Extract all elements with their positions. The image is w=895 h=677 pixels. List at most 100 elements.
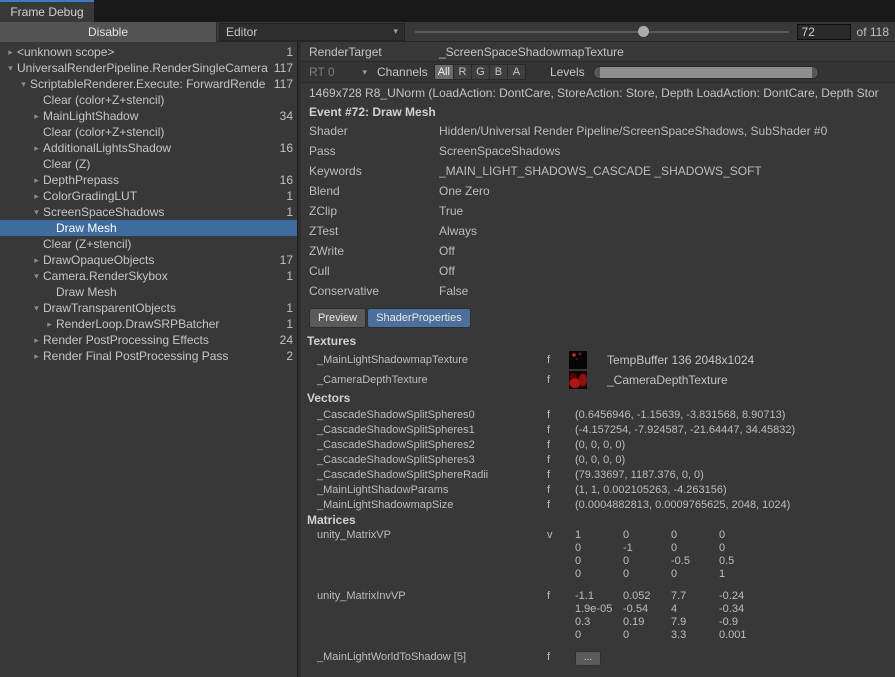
tree-item-count: 1 xyxy=(284,205,297,219)
tree-item[interactable]: ▾UniversalRenderPipeline.RenderSingleCam… xyxy=(0,60,297,76)
tab-shaderproperties[interactable]: ShaderProperties xyxy=(367,308,471,328)
chevron-right-icon[interactable]: ▸ xyxy=(4,47,17,58)
channel-button-r[interactable]: R xyxy=(454,64,472,80)
channel-button-g[interactable]: G xyxy=(472,64,490,80)
chevron-right-icon[interactable]: ▸ xyxy=(30,335,43,346)
tree-item-count: 16 xyxy=(278,173,297,187)
vector-value: (0, 0, 0, 0) xyxy=(575,454,625,466)
tree-item[interactable]: ▸RenderLoop.DrawSRPBatcher1 xyxy=(0,316,297,332)
matrix-cell: 0 xyxy=(623,568,671,581)
chevron-down-icon[interactable]: ▾ xyxy=(30,207,43,218)
tree-item[interactable]: ▸Render Final PostProcessing Pass2 xyxy=(0,348,297,364)
tree-item[interactable]: ▸DepthPrepass16 xyxy=(0,172,297,188)
matrix-type-flag: f xyxy=(547,651,569,663)
matrix-cell: 1 xyxy=(575,529,623,542)
chevron-right-icon[interactable]: ▸ xyxy=(30,191,43,202)
chevron-right-icon[interactable]: ▸ xyxy=(30,143,43,154)
tree-item[interactable]: Clear (color+Z+stencil) xyxy=(0,124,297,140)
vector-name: _MainLightShadowmapSize xyxy=(301,499,547,511)
expand-array-button[interactable]: ... xyxy=(575,651,601,666)
textures-section-header: Textures xyxy=(301,333,895,350)
chevron-right-icon[interactable]: ▸ xyxy=(30,351,43,362)
tree-item-label: Clear (Z+stencil) xyxy=(43,237,291,251)
target-dropdown[interactable]: Editor ▾ xyxy=(219,23,405,41)
tree-item-label: Camera.RenderSkybox xyxy=(43,269,284,283)
tree-item[interactable]: ▸ColorGradingLUT1 xyxy=(0,188,297,204)
render-target-value: _ScreenSpaceShadowmapTexture xyxy=(439,45,624,59)
vector-type-flag: f xyxy=(547,484,569,496)
frame-slider-handle[interactable] xyxy=(638,26,649,37)
frame-debug-tab[interactable]: Frame Debug xyxy=(0,0,94,22)
frame-number-input[interactable] xyxy=(797,24,851,40)
tree-item[interactable]: ▸AdditionalLightsShadow16 xyxy=(0,140,297,156)
chevron-right-icon[interactable]: ▸ xyxy=(30,111,43,122)
depth-thumbnail[interactable] xyxy=(569,371,587,389)
chevron-right-icon[interactable]: ▸ xyxy=(30,255,43,266)
vector-row: _MainLightShadowmapSizef(0.0004882813, 0… xyxy=(301,497,895,512)
tree-item[interactable]: Draw Mesh xyxy=(0,220,297,236)
property-row: ConservativeFalse xyxy=(301,281,895,301)
event-properties: ShaderHidden/Universal Render Pipeline/S… xyxy=(301,121,895,301)
matrix-cell: -0.9 xyxy=(719,616,767,629)
property-label: Blend xyxy=(309,184,439,198)
chevron-down-icon[interactable]: ▾ xyxy=(30,303,43,314)
tree-item[interactable]: ▸DrawOpaqueObjects17 xyxy=(0,252,297,268)
property-label: ZClip xyxy=(309,204,439,218)
matrix-cell: 0 xyxy=(623,529,671,542)
property-label: ZWrite xyxy=(309,244,439,258)
tab-title: Frame Debug xyxy=(10,5,83,19)
chevron-down-icon[interactable]: ▾ xyxy=(17,79,30,90)
tree-item-count: 24 xyxy=(278,333,297,347)
levels-range-slider[interactable] xyxy=(593,66,819,79)
channel-button-a[interactable]: A xyxy=(508,64,526,80)
matrix-cell: 0 xyxy=(575,568,623,581)
tree-item[interactable]: ▸<unknown scope>1 xyxy=(0,44,297,60)
matrix-row: unity_MatrixVPv10000-10000-0.50.50001 xyxy=(301,529,895,581)
chevron-down-icon[interactable]: ▾ xyxy=(30,271,43,282)
channel-button-b[interactable]: B xyxy=(490,64,508,80)
vector-type-flag: f xyxy=(547,499,569,511)
vector-type-flag: f xyxy=(547,424,569,436)
tree-item[interactable]: Clear (Z+stencil) xyxy=(0,236,297,252)
chevron-right-icon[interactable]: ▸ xyxy=(30,175,43,186)
tree-item-label: DepthPrepass xyxy=(43,173,278,187)
tree-item[interactable]: ▸MainLightShadow34 xyxy=(0,108,297,124)
vectors-section: _CascadeShadowSplitSpheres0f(0.6456946, … xyxy=(301,407,895,512)
tree-item-label: ScriptableRenderer.Execute: ForwardRende xyxy=(30,77,272,91)
matrix-cell: -0.5 xyxy=(671,555,719,568)
tree-item[interactable]: ▾Camera.RenderSkybox1 xyxy=(0,268,297,284)
rt-select-dropdown[interactable]: RT 0 ▾ xyxy=(309,65,367,79)
shadowmap-thumbnail[interactable] xyxy=(569,351,587,369)
main-split: ▸<unknown scope>1▾UniversalRenderPipelin… xyxy=(0,42,895,677)
property-label: Keywords xyxy=(309,164,439,178)
tree-item[interactable]: Clear (Z) xyxy=(0,156,297,172)
tree-item[interactable]: ▾ScreenSpaceShadows1 xyxy=(0,204,297,220)
tree-item[interactable]: ▾ScriptableRenderer.Execute: ForwardRend… xyxy=(0,76,297,92)
matrix-type-flag: v xyxy=(547,529,569,541)
tree-item-count: 17 xyxy=(278,253,297,267)
tab-preview[interactable]: Preview xyxy=(309,308,366,328)
chevron-right-icon[interactable]: ▸ xyxy=(43,319,56,330)
tree-item[interactable]: Draw Mesh xyxy=(0,284,297,300)
event-title: Event #72: Draw Mesh xyxy=(301,103,895,121)
property-label: Pass xyxy=(309,144,439,158)
texture-name: _CameraDepthTexture xyxy=(301,374,547,386)
tree-item[interactable]: Clear (color+Z+stencil) xyxy=(0,92,297,108)
tree-item-label: AdditionalLightsShadow xyxy=(43,141,278,155)
toolbar: Disable Editor ▾ of 118 xyxy=(0,22,895,42)
details-panel: RenderTarget _ScreenSpaceShadowmapTextur… xyxy=(301,42,895,677)
tree-item[interactable]: ▸Render PostProcessing Effects24 xyxy=(0,332,297,348)
frame-slider[interactable] xyxy=(415,22,789,42)
tree-item-count: 1 xyxy=(284,269,297,283)
texture-row: _MainLightShadowmapTexturefTempBuffer 13… xyxy=(301,350,895,370)
property-label: Shader xyxy=(309,124,439,138)
chevron-down-icon[interactable]: ▾ xyxy=(4,63,17,74)
vector-value: (1, 1, 0.002105263, -4.263156) xyxy=(575,484,727,496)
tree-item-count: 117 xyxy=(272,77,297,91)
matrix-cell: 0 xyxy=(671,529,719,542)
disable-button[interactable]: Disable xyxy=(0,22,217,42)
vector-type-flag: f xyxy=(547,454,569,466)
chevron-down-icon: ▾ xyxy=(393,26,398,37)
tree-item[interactable]: ▾DrawTransparentObjects1 xyxy=(0,300,297,316)
channel-button-all[interactable]: All xyxy=(434,64,454,80)
